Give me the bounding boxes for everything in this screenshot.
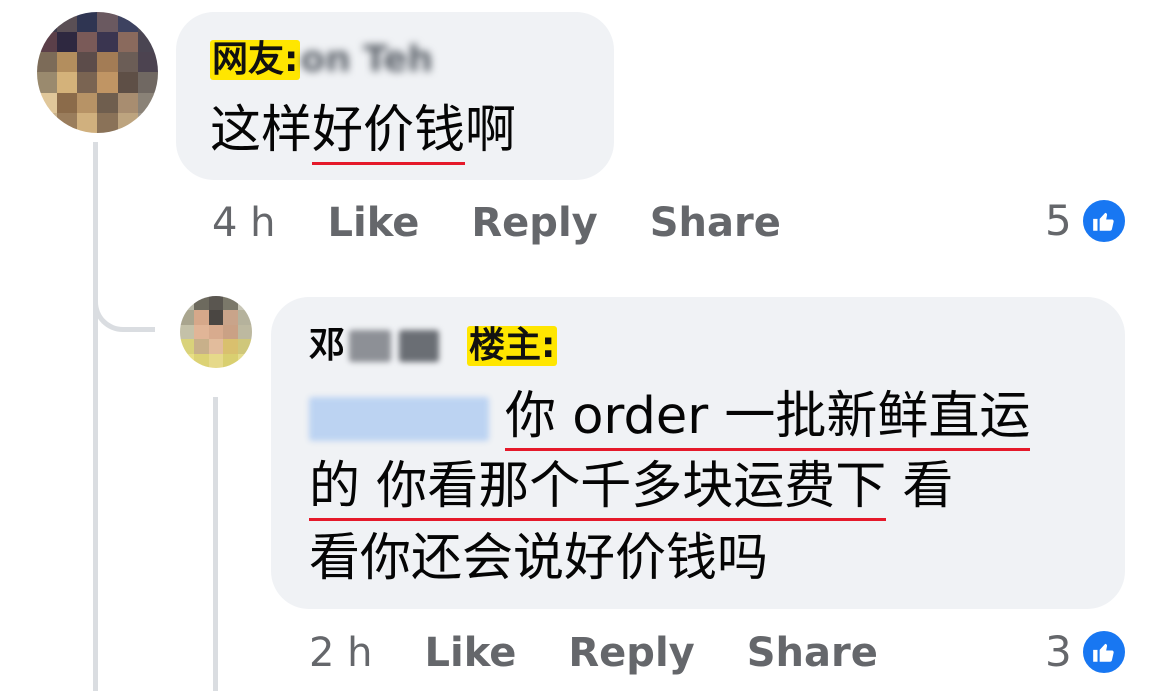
share-button[interactable]: Share xyxy=(747,630,878,676)
reply-text-highlight: 的 你看那个千多块运费下 xyxy=(309,457,887,521)
comment-time[interactable]: 2 h xyxy=(309,630,373,676)
thread-line-curve xyxy=(93,292,155,332)
author-name-blurred: on Teh xyxy=(300,39,434,80)
like-icon xyxy=(1079,627,1128,676)
comment-text-part: 啊 xyxy=(465,101,517,160)
thread-line-reply xyxy=(213,397,218,691)
share-button[interactable]: Share xyxy=(650,200,781,246)
thread-line-main xyxy=(93,142,98,691)
like-icon xyxy=(1079,196,1128,245)
like-button[interactable]: Like xyxy=(328,200,420,246)
author-surname: 邓 xyxy=(309,325,346,366)
reply-button[interactable]: Reply xyxy=(471,200,597,246)
author-tag: 楼主: xyxy=(467,325,558,366)
avatar[interactable] xyxy=(180,296,252,368)
author-tag: 网友: xyxy=(210,39,301,80)
like-button[interactable]: Like xyxy=(425,630,517,676)
mention-redacted xyxy=(309,397,489,441)
comment-time[interactable]: 4 h xyxy=(212,200,276,246)
reply-text-line: 的 你看那个千多块运费下 看 xyxy=(309,452,953,522)
reaction-count: 5 xyxy=(1045,196,1072,245)
comment-meta: 4 h Like Reply Share xyxy=(212,200,781,246)
avatar[interactable] xyxy=(37,12,158,133)
comment-text-part: 这样 xyxy=(210,101,313,160)
reply-button[interactable]: Reply xyxy=(568,630,694,676)
comment-author[interactable]: 网友: on Teh xyxy=(210,40,433,80)
comment-text: 这样好价钱啊 xyxy=(210,96,516,166)
reply-text-part: 看 xyxy=(886,457,954,516)
reply-text-line: 你 order 一批新鲜直运 xyxy=(309,382,1031,452)
reply-text-line: 看你还会说好价钱吗 xyxy=(309,529,769,588)
reaction-summary[interactable]: 3 xyxy=(1045,627,1128,676)
comment-author[interactable]: 邓 楼主: xyxy=(309,325,558,366)
reply-text-highlight: 你 order 一批新鲜直运 xyxy=(505,387,1031,451)
author-name-redacted xyxy=(399,330,440,362)
reaction-count: 3 xyxy=(1045,627,1072,676)
comment-text-highlight: 好价钱 xyxy=(312,101,466,165)
comment-meta: 2 h Like Reply Share xyxy=(309,630,878,676)
reaction-summary[interactable]: 5 xyxy=(1045,196,1128,245)
author-name-redacted xyxy=(349,330,392,362)
